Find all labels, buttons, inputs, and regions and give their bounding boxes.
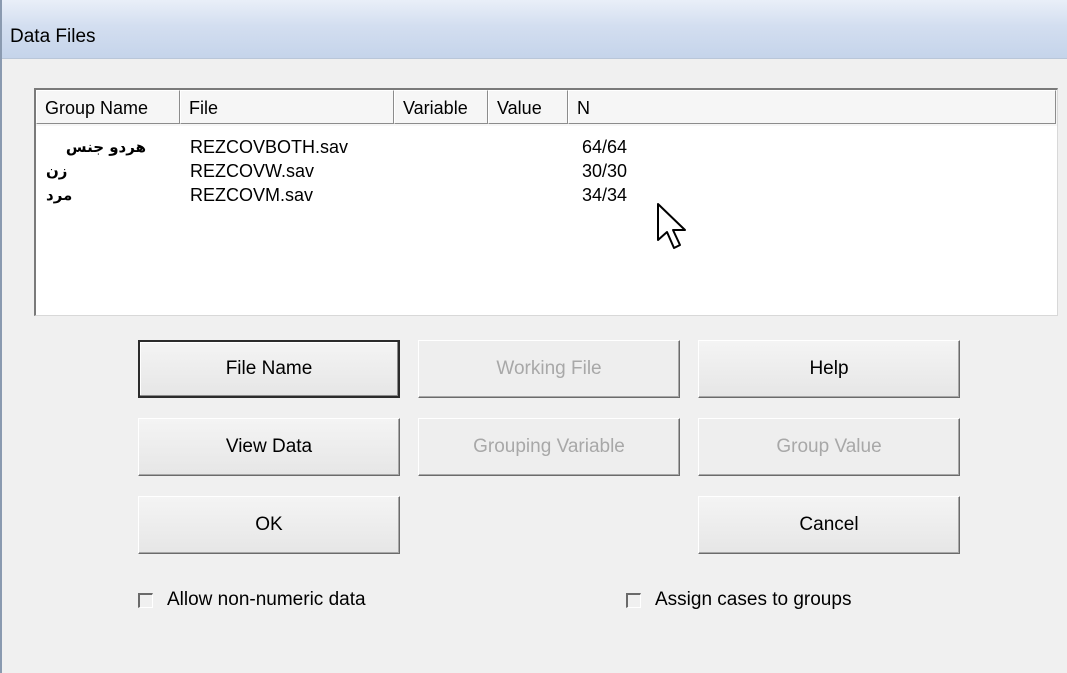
help-button[interactable]: Help	[698, 340, 960, 398]
file-name-button[interactable]: File Name	[138, 340, 400, 398]
ok-button[interactable]: OK	[138, 496, 400, 554]
assign-cases-label: Assign cases to groups	[655, 589, 852, 610]
row-n: 30/30	[582, 161, 628, 181]
column-header-file[interactable]: File	[180, 90, 394, 124]
view-data-button[interactable]: View Data	[138, 418, 400, 476]
window-title: Data Files	[10, 26, 96, 47]
arrow-cursor-icon	[657, 203, 686, 249]
row-n: 34/34	[582, 185, 628, 205]
grouping-variable-button[interactable]: Grouping Variable	[418, 418, 680, 476]
list-header: Group Name File Variable Value N	[36, 90, 1057, 126]
data-files-list[interactable]: Group Name File Variable Value N هردو جن…	[34, 88, 1058, 316]
column-header-n[interactable]: N	[568, 90, 1056, 124]
column-header-group-name[interactable]: Group Name	[36, 90, 180, 124]
column-header-value[interactable]: Value	[488, 90, 568, 124]
cancel-button[interactable]: Cancel	[698, 496, 960, 554]
allow-non-numeric-label: Allow non-numeric data	[167, 589, 366, 610]
row-group-name: هردو جنس	[65, 138, 146, 156]
list-row[interactable]: مرد REZCOVM.sav 34/34	[36, 184, 1057, 206]
row-file: REZCOVM.sav	[190, 185, 314, 205]
assign-cases-option[interactable]: Assign cases to groups	[626, 586, 851, 614]
group-value-button[interactable]: Group Value	[698, 418, 960, 476]
allow-non-numeric-checkbox[interactable]	[138, 592, 153, 608]
working-file-button[interactable]: Working File	[418, 340, 680, 398]
row-n: 64/64	[582, 137, 628, 157]
title-bar[interactable]: Data Files	[2, 0, 1067, 59]
row-group-name: زن	[46, 162, 68, 180]
data-files-dialog: Data Files Group Name File Variable Valu…	[0, 0, 1067, 673]
row-file: REZCOVW.sav	[190, 161, 315, 181]
list-row[interactable]: زن REZCOVW.sav 30/30	[36, 160, 1057, 182]
list-row[interactable]: هردو جنس REZCOVBOTH.sav 64/64	[36, 136, 1057, 158]
allow-non-numeric-option[interactable]: Allow non-numeric data	[138, 586, 366, 614]
assign-cases-checkbox[interactable]	[626, 592, 641, 608]
row-group-name: مرد	[46, 186, 73, 204]
row-file: REZCOVBOTH.sav	[190, 137, 349, 157]
column-header-variable[interactable]: Variable	[394, 90, 488, 124]
